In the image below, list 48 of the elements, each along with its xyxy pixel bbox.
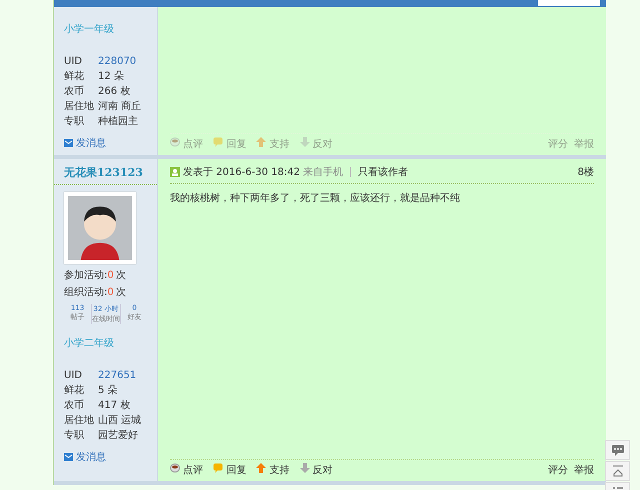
send-message-link[interactable]: 发消息	[76, 136, 106, 150]
support-action[interactable]: 支持	[256, 137, 290, 151]
profile-value: 5 朵	[98, 384, 118, 398]
comment-action[interactable]: 点评	[170, 463, 204, 477]
activity-label: 参加活动:	[64, 270, 108, 281]
profile-label: 农币	[64, 84, 85, 99]
profile-value: 园艺爱好	[98, 428, 138, 443]
reply-action[interactable]: 回复	[213, 463, 246, 477]
post-action-link[interactable]: 举报	[574, 137, 594, 151]
post-date: 发表于 2016-6-30 18:42	[183, 166, 300, 179]
activity-label: 组织活动:	[64, 287, 108, 298]
post-action-link[interactable]: 举报	[574, 463, 594, 477]
profile-value: 河南 商丘	[98, 100, 142, 114]
oppose-action[interactable]: 反对	[300, 137, 333, 151]
profile-label: UID	[64, 55, 83, 69]
profile-value: 417 枚	[98, 398, 130, 413]
author-only-link[interactable]: 只看该作者	[358, 165, 408, 179]
post-action-link[interactable]: 评分	[548, 463, 568, 477]
profile-label: 专职	[64, 428, 85, 443]
activity-unit: 次	[116, 287, 126, 298]
author-name[interactable]: 无花果123123	[54, 159, 157, 185]
oppose-action[interactable]: 反对	[300, 463, 333, 477]
support-action[interactable]: 支持	[256, 463, 290, 477]
profile-value[interactable]: 227651	[98, 368, 136, 383]
profile-label: 鲜花	[64, 70, 85, 84]
profile-value: 266 枚	[98, 84, 130, 99]
post-action-link[interactable]: 评分	[548, 137, 568, 151]
profile-value[interactable]: 228070	[98, 54, 136, 69]
user-rank[interactable]: 小学二年级	[64, 336, 157, 350]
comment-action[interactable]: 点评	[170, 137, 204, 151]
profile-label: 农币	[64, 398, 85, 413]
activity-count: 0	[107, 270, 114, 281]
send-message-link[interactable]: 发消息	[76, 450, 106, 464]
profile-label: UID	[64, 369, 83, 383]
profile-label: 鲜花	[64, 384, 85, 398]
profile-label: 专职	[64, 114, 85, 129]
activity-unit: 次	[116, 270, 126, 281]
post-body: 我的核桃树，种下两年多了，死了三颗，应该还行，就是品种不纯	[170, 192, 461, 205]
profile-label: 居住地	[64, 100, 95, 114]
profile-value: 种植园主	[98, 114, 138, 129]
profile-label: 居住地	[64, 414, 95, 428]
reply-action[interactable]: 回复	[213, 137, 246, 151]
activity-count: 0	[107, 287, 114, 298]
user-rank[interactable]: 小学一年级	[64, 22, 157, 36]
post-source: 来自手机	[302, 166, 343, 179]
floor-number[interactable]: 8楼	[578, 165, 594, 179]
profile-value: 山西 运城	[98, 414, 142, 428]
profile-value: 12 朵	[98, 70, 124, 84]
